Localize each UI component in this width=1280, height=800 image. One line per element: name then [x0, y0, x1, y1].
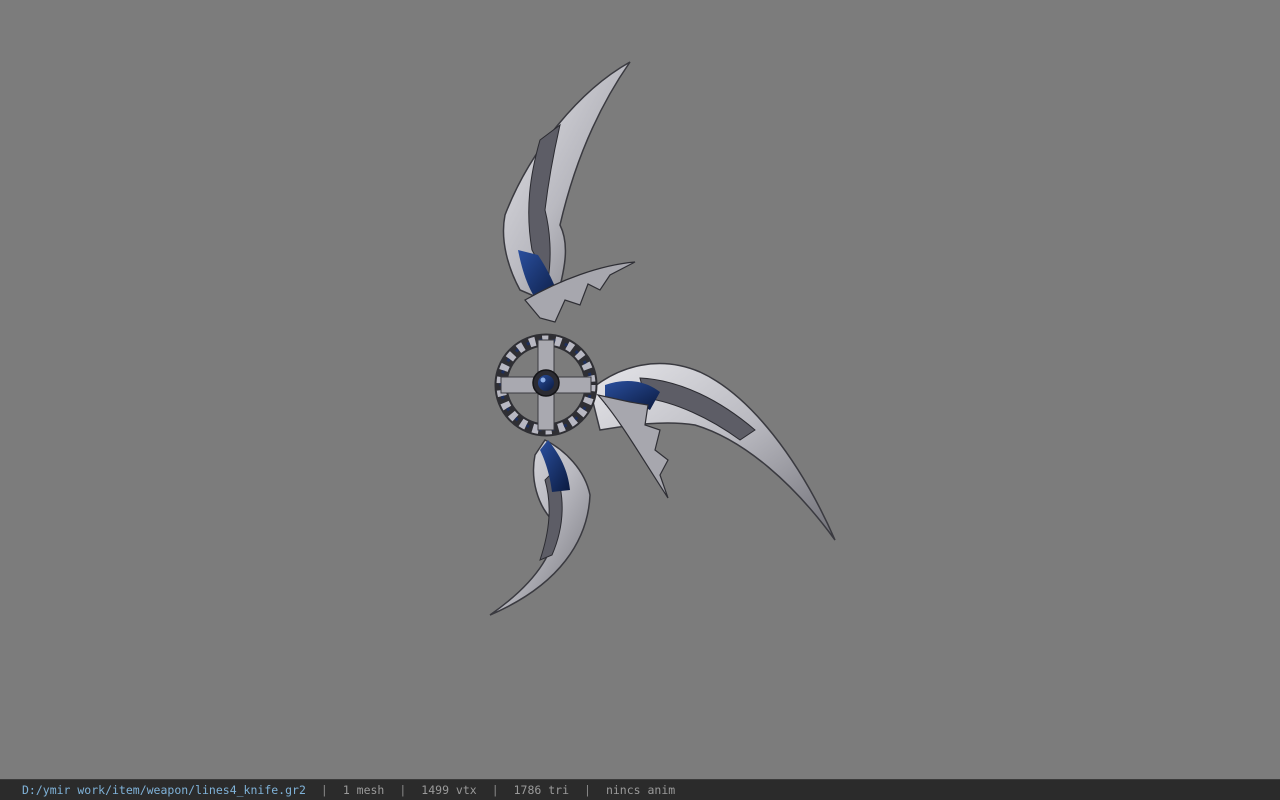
file-path: D:/ymir work/item/weapon/lines4_knife.gr… — [22, 783, 306, 797]
separator: | — [491, 783, 499, 797]
triangle-count: 1786 tri — [513, 783, 570, 797]
central-ring — [494, 333, 598, 437]
animation-status: nincs anim — [605, 783, 676, 797]
vertex-count: 1499 vtx — [421, 783, 477, 797]
weapon-model-icon — [489, 61, 836, 616]
mesh-count: 1 mesh — [342, 783, 385, 797]
3d-viewport[interactable] — [0, 0, 1280, 779]
separator: | — [584, 783, 591, 797]
separator: | — [399, 783, 407, 797]
bottom-blade — [489, 439, 591, 616]
status-bar: D:/ymir work/item/weapon/lines4_knife.gr… — [0, 779, 1280, 800]
separator: | — [320, 783, 328, 797]
right-blade — [589, 362, 836, 541]
top-blade — [502, 61, 636, 323]
